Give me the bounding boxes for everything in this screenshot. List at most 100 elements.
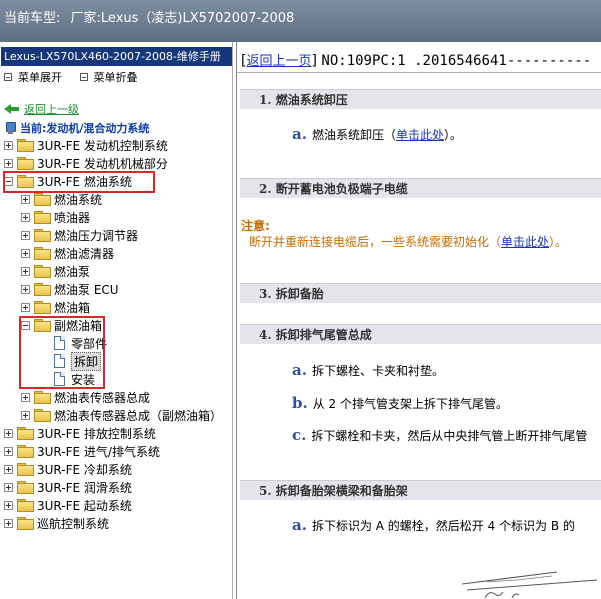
expand-toggle-icon[interactable]: [21, 410, 30, 420]
collapse-menu-button[interactable]: 菜单折叠: [79, 69, 138, 85]
step-text: 从 2 个排气管支架上拆下排气尾管。: [312, 397, 508, 411]
tree-item-fuel-pump-ecu[interactable]: 燃油泵 ECU: [21, 280, 119, 298]
step-letter: a.: [292, 125, 307, 143]
expand-toggle-icon[interactable]: [21, 230, 30, 240]
tree-item-components[interactable]: 零部件: [54, 334, 107, 352]
document-panel: [返回上一页] NO:109PC:1 .2016546641----------…: [236, 42, 601, 599]
step-1a: a. 燃油系统卸压（单击此处）。: [292, 125, 462, 143]
folder-icon: [34, 409, 51, 422]
expand-toggle-icon[interactable]: [21, 392, 30, 402]
divider: [237, 72, 601, 73]
expand-toggle-icon[interactable]: [4, 158, 13, 168]
folder-icon: [17, 157, 34, 170]
expand-toggle-icon[interactable]: [21, 266, 30, 276]
tree-item-label: 3UR-FE 润滑系统: [37, 480, 132, 495]
tree-item-starting[interactable]: 3UR-FE 起动系统: [4, 496, 132, 514]
tree-item-fuel-system[interactable]: 3UR-FE 燃油系统: [4, 172, 132, 190]
tree-item-label: 3UR-FE 冷却系统: [37, 462, 132, 477]
step-letter: b.: [292, 394, 308, 412]
section-heading-4: 4. 拆卸排气尾管总成: [240, 324, 601, 344]
tree-item-emission-control[interactable]: 3UR-FE 排放控制系统: [4, 424, 156, 442]
folder-icon: [34, 283, 51, 296]
tree-item-cruise-control[interactable]: 巡航控制系统: [4, 514, 109, 532]
expand-toggle-icon[interactable]: [4, 500, 13, 510]
note-tail: ）。: [549, 235, 568, 249]
tree-item-fuel-filter[interactable]: 燃油滤清器: [21, 244, 114, 262]
tree-item-label: 燃油滤清器: [54, 246, 115, 261]
note-body: 断开并重新连接电缆后，一些系统需要初始化（单击此处）。: [249, 233, 567, 250]
tree-item-label: 巡航控制系统: [37, 516, 110, 531]
folder-icon: [34, 211, 51, 224]
tree-item-label: 副燃油箱: [54, 318, 103, 333]
tree-item-label: 燃油泵: [54, 264, 91, 279]
tree-item-intake-exhaust[interactable]: 3UR-FE 进气/排气系统: [4, 442, 160, 460]
expand-menu-button[interactable]: 菜单展开: [4, 69, 62, 85]
expand-toggle-icon[interactable]: [4, 140, 13, 150]
tree-item-fuel-sender-sub-tank[interactable]: 燃油表传感器总成（副燃油箱）: [21, 406, 222, 424]
tree-item-label: 零部件: [71, 336, 108, 351]
tree-item-label: 3UR-FE 发动机控制系统: [37, 138, 168, 153]
folder-icon: [34, 193, 51, 206]
document-header: [返回上一页] NO:109PC:1 .2016546641----------: [241, 53, 592, 69]
navigation-panel: Lexus-LX570LX460-2007-2008-维修手册 菜单展开 菜单折…: [0, 42, 233, 599]
tree-item-engine-control[interactable]: 3UR-FE 发动机控制系统: [4, 136, 168, 154]
expand-toggle-icon[interactable]: [21, 194, 30, 204]
expand-toggle-icon[interactable]: [21, 284, 30, 294]
collapse-menu-label: 菜单折叠: [93, 71, 138, 84]
folder-icon: [17, 481, 34, 494]
step-letter: a.: [292, 361, 307, 379]
tree-item-label: 喷油器: [54, 210, 91, 225]
tree-item-label: 3UR-FE 燃油系统: [37, 174, 132, 189]
collapse-toggle-icon[interactable]: [4, 176, 13, 186]
back-up-level[interactable]: 返回上一级: [4, 101, 79, 117]
expand-toggle-icon[interactable]: [4, 464, 13, 474]
section-heading-5: 5. 拆卸备胎架横梁和备胎架: [240, 480, 601, 500]
folder-icon: [34, 391, 51, 404]
click-here-link[interactable]: 单击此处: [501, 235, 549, 249]
tree-item-fuel-sender[interactable]: 燃油表传感器总成: [21, 388, 150, 406]
step-text: 燃油系统卸压（: [311, 128, 396, 142]
step-4a: a. 拆下螺栓、卡夹和衬垫。: [292, 361, 444, 379]
tree-item-cooling[interactable]: 3UR-FE 冷却系统: [4, 460, 132, 478]
tree-item-label: 燃油压力调节器: [54, 228, 139, 243]
back-up-level-link[interactable]: 返回上一级: [24, 101, 79, 117]
step-5a: a. 拆下标识为 A 的螺栓，然后松开 4 个标识为 B 的: [292, 516, 575, 534]
click-here-link[interactable]: 单击此处: [396, 128, 444, 142]
folder-icon: [34, 229, 51, 242]
expand-toggle-icon[interactable]: [4, 446, 13, 456]
title-bar: 当前车型: 厂家:Lexus（凌志)LX5702007-2008: [0, 0, 601, 42]
tree-item-fuel-pump[interactable]: 燃油泵: [21, 262, 90, 280]
step-tail: ）。: [443, 128, 462, 142]
tree-item-engine-mechanical[interactable]: 3UR-FE 发动机机械部分: [4, 154, 168, 172]
vehicle-name: 厂家:Lexus（凌志)LX5702007-2008: [70, 11, 295, 26]
expand-toggle-icon[interactable]: [4, 482, 13, 492]
tree-item-label: 燃油表传感器总成（副燃油箱）: [54, 408, 223, 423]
back-page-link[interactable]: 返回上一页: [246, 54, 311, 69]
tree-item-lubrication[interactable]: 3UR-FE 润滑系统: [4, 478, 132, 496]
expand-toggle-icon[interactable]: [21, 248, 30, 258]
tree-item-fuel-tank[interactable]: 燃油箱: [21, 298, 90, 316]
collapse-toggle-icon[interactable]: [21, 320, 30, 330]
expand-toggle-icon[interactable]: [4, 518, 13, 528]
document-number: NO:109PC:1 .2016546641----------: [321, 53, 592, 69]
document-icon: [54, 354, 65, 368]
folder-icon: [34, 265, 51, 278]
tree-item-removal[interactable]: 拆卸: [54, 351, 102, 371]
tree-item-installation[interactable]: 安装: [54, 370, 95, 388]
section-heading-3: 3. 拆卸备胎: [240, 283, 601, 303]
tree-item-sub-fuel-tank[interactable]: 副燃油箱: [21, 316, 102, 334]
tree-item-label: 燃油表传感器总成: [54, 390, 151, 405]
step-text: 拆下螺栓、卡夹和衬垫。: [311, 364, 444, 378]
document-icon: [54, 336, 65, 350]
tree-item-fuel-system-sub[interactable]: 燃油系统: [21, 190, 102, 208]
open-folder-icon: [34, 319, 51, 332]
expand-toggle-icon[interactable]: [21, 302, 30, 312]
expand-toggle-icon[interactable]: [21, 212, 30, 222]
expand-icon: [4, 73, 12, 81]
expand-toggle-icon[interactable]: [4, 428, 13, 438]
tree-item-injector[interactable]: 喷油器: [21, 208, 90, 226]
tree-item-pressure-regulator[interactable]: 燃油压力调节器: [21, 226, 138, 244]
step-text: 拆下标识为 A 的螺栓，然后松开 4 个标识为 B 的: [311, 519, 575, 533]
step-letter: a.: [292, 516, 307, 534]
folder-icon: [17, 139, 34, 152]
